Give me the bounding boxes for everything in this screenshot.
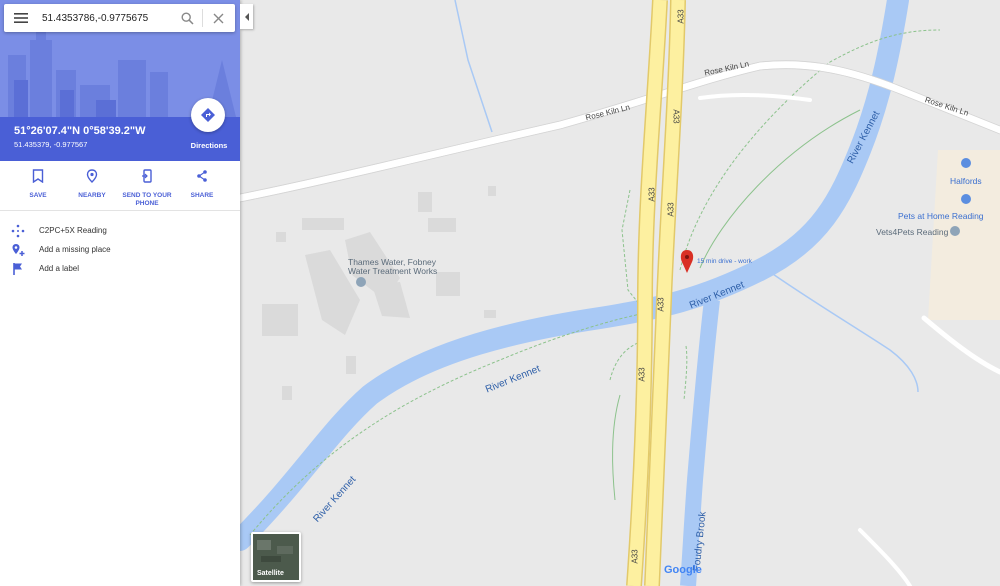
map-label-a33: A33	[656, 297, 666, 312]
nearby-button[interactable]: NEARBY	[65, 161, 119, 210]
search-button[interactable]	[174, 4, 200, 32]
plus-code-row[interactable]: C2PC+5X Reading	[0, 221, 240, 240]
map-label-a33: A33	[630, 549, 640, 564]
share-button[interactable]: SHARE	[175, 161, 229, 210]
hamburger-menu-icon	[14, 13, 28, 23]
map-label-pets-at-home[interactable]: Pets at Home Reading	[898, 211, 984, 221]
satellite-label: Satellite	[257, 570, 284, 577]
google-logo-text: Google	[664, 564, 702, 576]
search-input[interactable]	[38, 12, 174, 24]
place-title: 51°26'07.4"N 0°58'39.2"W	[14, 125, 146, 137]
directions-label[interactable]: Directions	[186, 141, 232, 150]
map-label-thames-water-2[interactable]: Water Treatment Works	[348, 266, 437, 276]
place-details: C2PC+5X Reading Add a missing place Add …	[0, 221, 240, 278]
share-label: SHARE	[190, 192, 214, 199]
add-missing-place-row[interactable]: Add a missing place	[0, 240, 240, 259]
plus-code-text: C2PC+5X Reading	[39, 226, 107, 235]
add-place-icon	[0, 243, 39, 257]
chevron-left-icon	[244, 12, 249, 21]
save-label: SAVE	[29, 192, 47, 199]
search-icon	[180, 11, 194, 25]
save-button[interactable]: SAVE	[11, 161, 65, 210]
nearby-label: NEARBY	[78, 192, 106, 199]
send-to-phone-label: SEND TO YOUR PHONE	[122, 192, 172, 207]
map-label-a33: A33	[666, 202, 676, 217]
send-to-phone-icon	[142, 169, 152, 183]
share-icon	[197, 170, 207, 182]
add-label-text: Add a label	[39, 264, 80, 273]
plus-code-icon	[0, 224, 39, 238]
directions-icon	[201, 108, 215, 122]
directions-button[interactable]	[191, 98, 225, 132]
map-label-vets4pets[interactable]: Vets4Pets Reading	[876, 227, 948, 237]
google-logo: Google	[664, 564, 702, 576]
nearby-pin-icon	[86, 169, 98, 183]
collapse-panel-button[interactable]	[240, 4, 253, 29]
menu-button[interactable]	[4, 4, 38, 32]
bookmark-icon	[32, 169, 44, 184]
send-to-phone-button[interactable]: SEND TO YOUR PHONE	[119, 161, 175, 210]
marker-label[interactable]: 15 min drive - work	[697, 258, 752, 265]
add-missing-place-text: Add a missing place	[39, 245, 111, 254]
search-divider	[202, 9, 203, 27]
map-label-a33: A33	[676, 9, 686, 24]
search-bar	[4, 4, 235, 32]
close-icon	[213, 13, 223, 23]
action-bar: SAVE NEARBY SEND TO YOUR PHONE SHARE	[0, 161, 240, 211]
flag-icon	[0, 262, 39, 276]
add-label-row[interactable]: Add a label	[0, 259, 240, 278]
map-label-halfords[interactable]: Halfords	[950, 176, 982, 186]
map-label-a33: A33	[637, 367, 647, 382]
place-coordinates: 51.435379, -0.977567	[14, 140, 88, 149]
satellite-toggle-button[interactable]: Satellite	[251, 532, 301, 582]
side-panel: 51°26'07.4"N 0°58'39.2"W 51.435379, -0.9…	[0, 0, 240, 586]
map-label-a33: A33	[647, 187, 657, 202]
map-label-a33: A33	[671, 109, 681, 124]
clear-search-button[interactable]	[205, 4, 231, 32]
